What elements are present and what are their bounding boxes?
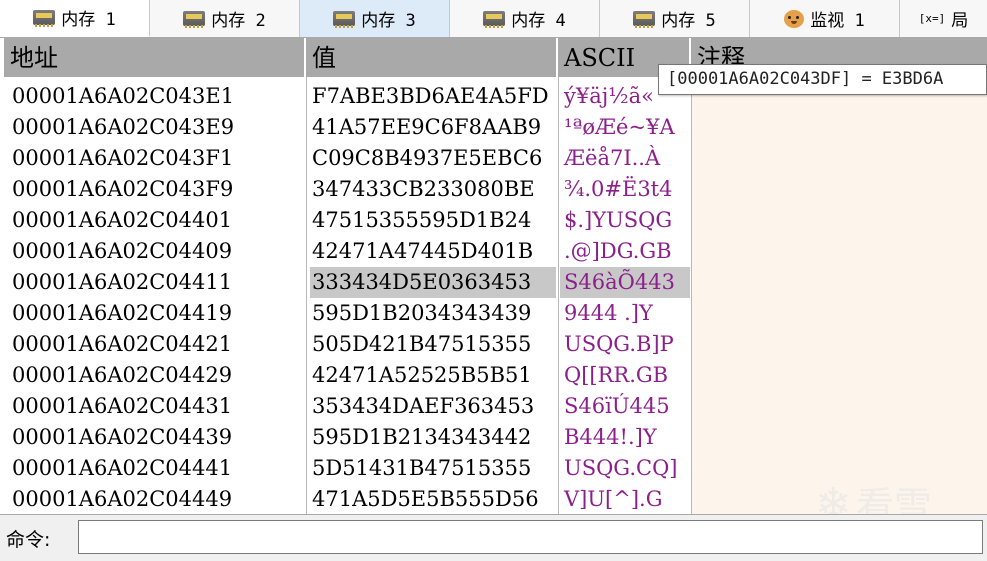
value-cell[interactable]: 595D1B2034343439 bbox=[310, 298, 556, 329]
table-row[interactable]: 00001A6A02C04439 595D1B2134343442 B444!.]Y bbox=[4, 422, 691, 453]
command-bar: 命令: bbox=[0, 514, 987, 561]
address-cell[interactable]: 00001A6A02C04449 bbox=[12, 484, 304, 514]
value-cell[interactable]: 347433CB233080BE bbox=[310, 174, 556, 205]
address-cell[interactable]: 00001A6A02C043F9 bbox=[12, 174, 304, 205]
tab-7[interactable]: [x=] 局 bbox=[900, 0, 987, 37]
tab-4[interactable]: 内存 4 bbox=[450, 0, 600, 37]
memory-icon bbox=[633, 11, 656, 28]
tab-label: 内存 2 bbox=[211, 11, 266, 31]
tab-5[interactable]: 内存 5 bbox=[600, 0, 750, 37]
command-label: 命令: bbox=[6, 529, 51, 551]
ascii-cell[interactable]: ¾.0#Ë3t4 bbox=[560, 174, 690, 205]
memory-icon bbox=[333, 11, 356, 28]
memory-dump-view[interactable]: 地址 值 ASCII 注释 00001A6A02C043E1 F7ABE3BD6A… bbox=[4, 38, 987, 514]
ascii-cell[interactable]: V]U[^].G bbox=[560, 484, 690, 514]
table-row[interactable]: 00001A6A02C04429 42471A52525B5B51 Q[[RR.GB bbox=[4, 360, 691, 391]
table-row[interactable]: 00001A6A02C04441 5D51431B47515355 USQG.CQ] bbox=[4, 453, 691, 484]
table-row[interactable]: 00001A6A02C043F9 347433CB233080BE ¾.0#Ë3t4 bbox=[4, 174, 691, 205]
value-cell[interactable]: 47515355595D1B24 bbox=[310, 205, 556, 236]
value-cell[interactable]: 333434D5E0363453 bbox=[310, 267, 556, 298]
ascii-cell[interactable]: $.]YUSQG bbox=[560, 205, 690, 236]
value-cell[interactable]: F7ABE3BD6AE4A5FD bbox=[310, 81, 556, 112]
ascii-cell[interactable]: .@]DG.GB bbox=[560, 236, 690, 267]
column-header-address[interactable]: 地址 bbox=[4, 38, 306, 77]
ascii-cell[interactable]: Q[[RR.GB bbox=[560, 360, 690, 391]
address-cell[interactable]: 00001A6A02C04411 bbox=[12, 267, 304, 298]
tab-label: 内存 5 bbox=[661, 11, 716, 31]
comment-column[interactable] bbox=[691, 77, 987, 514]
tab-1[interactable]: 内存 1 bbox=[0, 0, 150, 37]
address-cell[interactable]: 00001A6A02C04401 bbox=[12, 205, 304, 236]
table-row[interactable]: 00001A6A02C04411 333434D5E0363453 S46àÕ443 bbox=[4, 267, 691, 298]
table-row[interactable]: 00001A6A02C04419 595D1B2034343439 9444 .]Y bbox=[4, 298, 691, 329]
tab-label: 局 bbox=[951, 11, 969, 31]
table-row[interactable]: 00001A6A02C043E9 41A57EE9C6F8AAB9 ¹ªøÆé~¥A bbox=[4, 112, 691, 143]
memory-icon bbox=[183, 11, 206, 28]
address-cell[interactable]: 00001A6A02C043F1 bbox=[12, 143, 304, 174]
ascii-cell[interactable]: ¹ªøÆé~¥A bbox=[560, 112, 690, 143]
tab-label: 内存 1 bbox=[61, 10, 116, 30]
value-cell[interactable]: 41A57EE9C6F8AAB9 bbox=[310, 112, 556, 143]
table-row[interactable]: 00001A6A02C04401 47515355595D1B24 $.]YUSQG bbox=[4, 205, 691, 236]
ascii-cell[interactable]: 9444 .]Y bbox=[560, 298, 690, 329]
value-cell[interactable]: 42471A52525B5B51 bbox=[310, 360, 556, 391]
value-cell[interactable]: 353434DAEF363453 bbox=[310, 391, 556, 422]
table-row[interactable]: 00001A6A02C043E1 F7ABE3BD6AE4A5FD ý¥äj½ã« bbox=[4, 81, 691, 112]
ascii-cell[interactable]: Æëå7I..À bbox=[560, 143, 690, 174]
ascii-cell[interactable]: USQG.CQ] bbox=[560, 453, 690, 484]
address-cell[interactable]: 00001A6A02C04409 bbox=[12, 236, 304, 267]
memory-icon bbox=[33, 10, 56, 27]
value-cell[interactable]: C09C8B4937E5EBC6 bbox=[310, 143, 556, 174]
tab-3[interactable]: 内存 3 bbox=[300, 0, 450, 37]
command-input[interactable] bbox=[78, 520, 983, 554]
table-row[interactable]: 00001A6A02C04431 353434DAEF363453 S46ïÚ445 bbox=[4, 391, 691, 422]
table-row[interactable]: 00001A6A02C04421 505D421B47515355 USQG.B]P bbox=[4, 329, 691, 360]
value-cell[interactable]: 595D1B2134343442 bbox=[310, 422, 556, 453]
ascii-cell[interactable]: USQG.B]P bbox=[560, 329, 690, 360]
address-cell[interactable]: 00001A6A02C04441 bbox=[12, 453, 304, 484]
address-cell[interactable]: 00001A6A02C04421 bbox=[12, 329, 304, 360]
value-cell[interactable]: 42471A47445D401B bbox=[310, 236, 556, 267]
table-row[interactable]: 00001A6A02C04449 471A5D5E5B555D56 V]U[^].G bbox=[4, 484, 691, 514]
tab-2[interactable]: 内存 2 bbox=[150, 0, 300, 37]
table-row[interactable]: 00001A6A02C043F1 C09C8B4937E5EBC6 Æëå7I..À bbox=[4, 143, 691, 174]
value-cell[interactable]: 5D51431B47515355 bbox=[310, 453, 556, 484]
value-cell[interactable]: 505D421B47515355 bbox=[310, 329, 556, 360]
address-tooltip: [00001A6A02C043DF] = E3BD6A bbox=[658, 64, 987, 95]
column-divider bbox=[691, 77, 692, 514]
tab-label: 监视 1 bbox=[810, 11, 865, 31]
memory-icon bbox=[483, 11, 506, 28]
address-cell[interactable]: 00001A6A02C04431 bbox=[12, 391, 304, 422]
address-cell[interactable]: 00001A6A02C04419 bbox=[12, 298, 304, 329]
table-row[interactable]: 00001A6A02C04409 42471A47445D401B .@]DG.GB bbox=[4, 236, 691, 267]
ascii-cell[interactable]: S46àÕ443 bbox=[560, 267, 690, 298]
address-cell[interactable]: 00001A6A02C04429 bbox=[12, 360, 304, 391]
ascii-cell[interactable]: S46ïÚ445 bbox=[560, 391, 690, 422]
tab-label: 内存 4 bbox=[511, 11, 566, 31]
address-cell[interactable]: 00001A6A02C043E1 bbox=[12, 81, 304, 112]
column-header-value[interactable]: 值 bbox=[306, 38, 558, 77]
tab-bar: 内存 1 内存 2 内存 3 内存 4 内存 5 监视 1 [x=] 局 bbox=[0, 0, 987, 38]
address-cell[interactable]: 00001A6A02C04439 bbox=[12, 422, 304, 453]
tab-6[interactable]: 监视 1 bbox=[750, 0, 900, 37]
watch-icon bbox=[784, 9, 805, 28]
value-cell[interactable]: 471A5D5E5B555D56 bbox=[310, 484, 556, 514]
variable-icon: [x=] bbox=[918, 12, 946, 25]
address-cell[interactable]: 00001A6A02C043E9 bbox=[12, 112, 304, 143]
tab-label: 内存 3 bbox=[361, 11, 416, 31]
ascii-cell[interactable]: B444!.]Y bbox=[560, 422, 690, 453]
